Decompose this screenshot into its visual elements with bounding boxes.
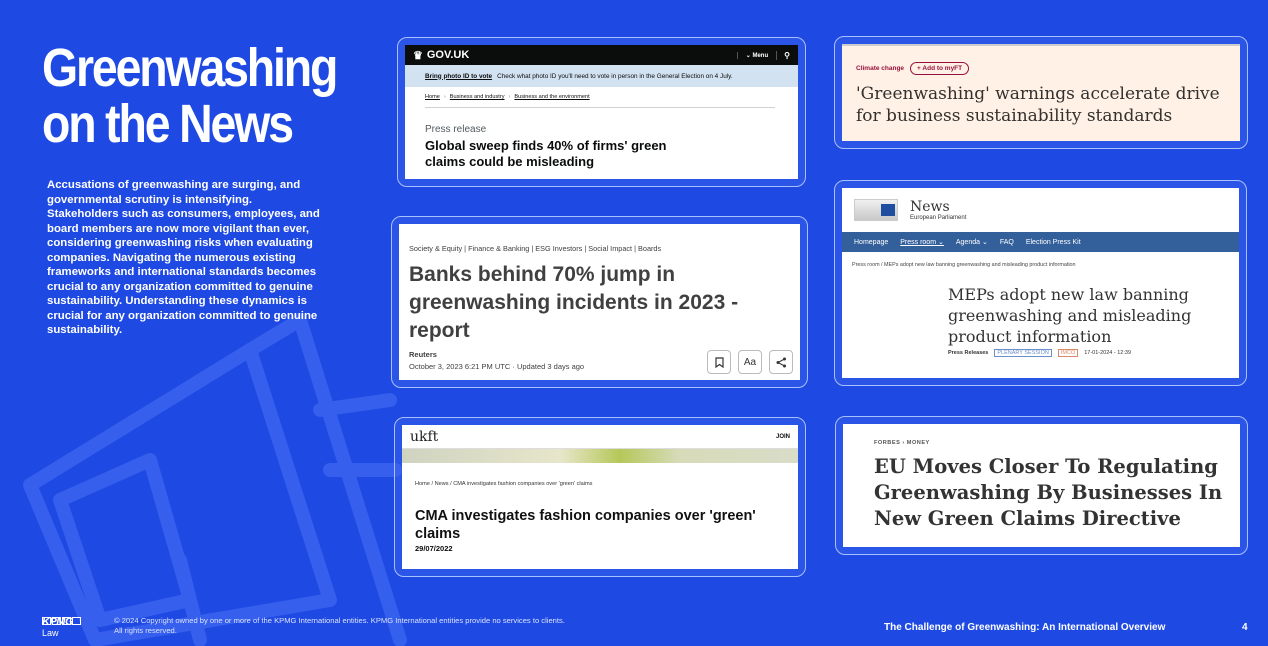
share-icon[interactable]: [769, 350, 793, 374]
news-card-ft[interactable]: Climate change + Add to myFT 'Greenwashi…: [834, 36, 1248, 149]
news-card-govuk[interactable]: ♛ GOV.UK ⌄ Menu ⚲ Bring photo ID to vote…: [397, 37, 806, 187]
nav-homepage[interactable]: Homepage: [854, 239, 888, 246]
article-headline[interactable]: Global sweep finds 40% of firms' green c…: [405, 135, 685, 170]
news-card-ep[interactable]: News European Parliament Homepage Press …: [834, 180, 1247, 386]
article-headline[interactable]: CMA investigates fashion companies over …: [402, 487, 787, 543]
search-icon[interactable]: ⚲: [776, 50, 790, 60]
news-card-reuters[interactable]: Society & Equity | Finance & Banking | E…: [391, 216, 808, 388]
nav-faq[interactable]: FAQ: [1000, 239, 1014, 246]
article-meta: Press Releases PLENARY SESSION IMCO 17-0…: [948, 349, 1132, 357]
nav-press-room[interactable]: Press room ⌄: [900, 238, 944, 246]
article-headline[interactable]: 'Greenwashing' warnings accelerate drive…: [842, 75, 1240, 127]
menu-button[interactable]: ⌄ Menu: [736, 51, 776, 59]
text-size-button[interactable]: Aa: [738, 350, 762, 374]
ep-subtitle: European Parliament: [910, 215, 967, 221]
intro-text: Accusations of greenwashing are surging,…: [47, 179, 320, 336]
article-date: 29/07/2022: [415, 544, 453, 553]
news-card-ukft[interactable]: ukft JOIN Home / News / CMA investigates…: [394, 417, 806, 577]
article-kicker[interactable]: FORBES › MONEY: [843, 424, 1240, 446]
topic-link[interactable]: Climate change: [856, 65, 904, 72]
breadcrumb-home[interactable]: Home: [425, 94, 440, 100]
banner-link[interactable]: Bring photo ID to vote: [425, 73, 492, 80]
copyright-text: © 2024 Copyright owned by one or more of…: [114, 616, 565, 635]
nav-election-press-kit[interactable]: Election Press Kit: [1026, 239, 1081, 246]
ep-news-title: News: [910, 199, 950, 215]
breadcrumb-business[interactable]: Business and industry: [450, 94, 505, 100]
badge-plenary: PLENARY SESSION: [994, 349, 1052, 357]
article-headline[interactable]: Banks behind 70% jump in greenwashing in…: [399, 253, 749, 345]
breadcrumb-environment[interactable]: Business and the environment: [514, 94, 589, 100]
breadcrumb[interactable]: Home / News / CMA investigates fashion c…: [402, 463, 798, 487]
bookmark-icon[interactable]: [707, 350, 731, 374]
article-headline[interactable]: EU Moves Closer To Regulating Greenwashi…: [843, 446, 1240, 532]
ukft-logo[interactable]: ukft: [410, 429, 438, 445]
badge-imco: IMCO: [1057, 349, 1079, 357]
page-title: Greenwashing on the News: [42, 38, 338, 154]
footer-title: The Challenge of Greenwashing: An Intern…: [884, 622, 1166, 633]
ep-navbar: Homepage Press room ⌄ Agenda ⌄ FAQ Elect…: [842, 232, 1239, 252]
hero-image: [402, 449, 798, 463]
page-number: 4: [1242, 622, 1248, 633]
breadcrumb[interactable]: Press room / MEPs adopt new law banning …: [842, 252, 1239, 268]
kpmg-logo: KPMG Law: [42, 616, 81, 638]
crown-icon: ♛: [413, 49, 423, 62]
news-card-forbes[interactable]: FORBES › MONEY EU Moves Closer To Regula…: [835, 416, 1248, 555]
add-to-myft-button[interactable]: + Add to myFT: [910, 62, 970, 75]
article-tags[interactable]: Society & Equity | Finance & Banking | E…: [399, 224, 800, 253]
article-kicker: Press release: [425, 124, 487, 135]
election-banner: Bring photo ID to vote Check what photo …: [405, 65, 798, 87]
join-button[interactable]: JOIN: [776, 434, 790, 440]
article-headline[interactable]: MEPs adopt new law banning greenwashing …: [842, 268, 1232, 347]
nav-agenda[interactable]: Agenda ⌄: [956, 238, 988, 246]
breadcrumb: Home › Business and industry › Business and …: [425, 94, 590, 100]
ep-logo[interactable]: [854, 199, 898, 221]
govuk-brand[interactable]: GOV.UK: [427, 49, 469, 61]
